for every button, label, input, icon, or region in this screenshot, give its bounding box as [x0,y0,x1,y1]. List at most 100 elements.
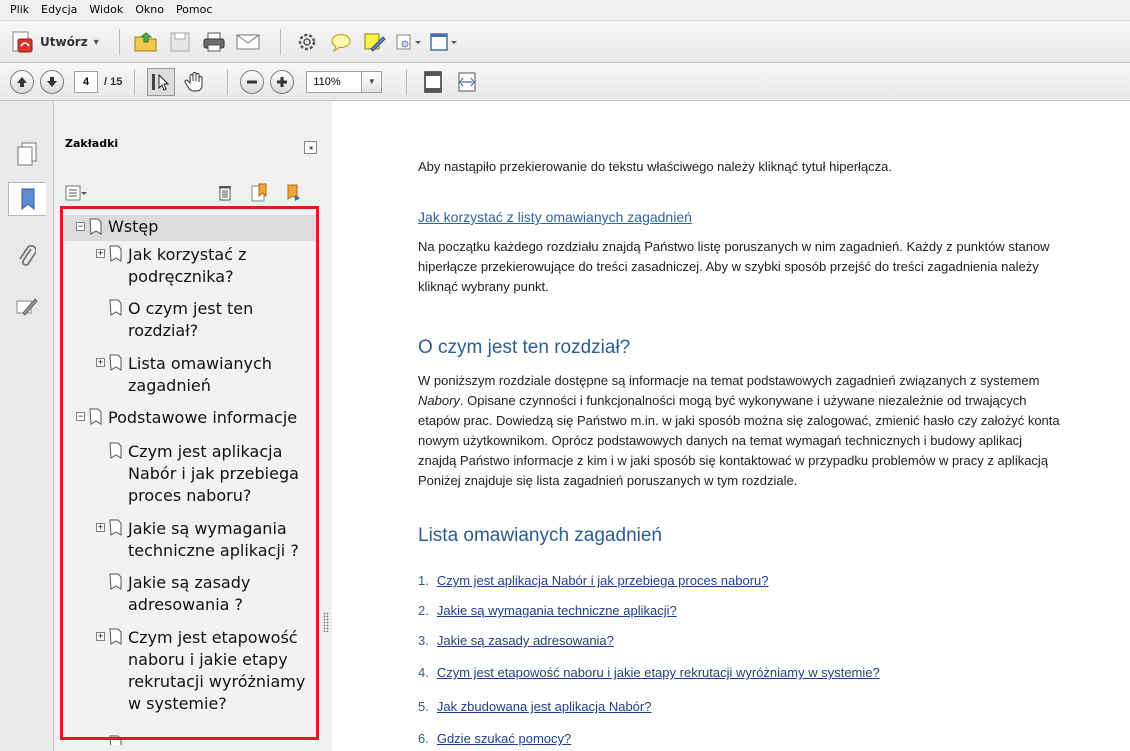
bookmark-icon [109,354,122,371]
expand-toggle[interactable]: + [96,523,105,532]
expand-toggle[interactable]: + [96,358,105,367]
navigation-toolbar: 4 / 15 110% ▼ [0,63,1130,101]
page-thumbnails-button[interactable] [12,137,42,171]
new-bookmark-icon [251,183,267,202]
list-link[interactable]: Jak zbudowana jest aplikacja Nabór? [437,699,652,714]
bookmark-label: Jakie są zasady [128,573,251,592]
panel-splitter[interactable] [320,101,332,751]
menu-widok[interactable]: Widok [83,0,129,20]
list-link[interactable]: Gdzie szukać pomocy? [437,731,571,746]
signature-pen-icon [16,298,38,316]
zoom-in-button[interactable] [270,69,295,94]
paragraph-line: kliknąć wybrany punkt. [418,279,549,294]
pages-icon [17,142,37,166]
menu-okno[interactable]: Okno [129,0,170,20]
expand-toggle[interactable]: + [96,249,105,258]
collapse-toggle[interactable]: − [76,222,85,231]
bookmark-icon [89,218,102,235]
collapse-panel-button[interactable]: ◂ [304,141,317,154]
collapse-toggle[interactable]: − [76,412,85,421]
bookmark-next-partial[interactable] [64,732,318,745]
bookmark-arrow-icon [287,184,300,201]
page-total: / 15 [104,75,123,88]
fit-width-button[interactable] [453,68,481,96]
signatures-button[interactable] [12,289,42,323]
page-number-input[interactable]: 4 [74,70,98,93]
subheading-link[interactable]: Jak korzystać z listy omawianych zagadni… [418,209,692,225]
fit-page-button[interactable] [419,68,447,96]
bookmark-czym-jest-aplikacja[interactable]: Czym jest aplikacja Nabór i jak przebieg… [64,439,318,511]
paragraph-line: hiperłącze przekierowujące do treści zas… [418,259,1039,274]
arrow-down-icon [47,76,57,87]
create-button[interactable]: Utwórz ▼ [10,28,101,56]
hand-tool-button[interactable] [181,68,209,96]
print-button[interactable] [200,28,228,56]
zoom-level-input[interactable]: 110% [306,70,363,93]
previous-page-button[interactable] [10,69,34,94]
bookmarks-tab-button[interactable] [8,182,46,216]
list-number: 2. [418,603,429,618]
bookmark-label: Czym jest aplikacja [128,442,283,461]
zoom-out-button[interactable] [240,69,265,94]
bookmark-etapowosc-naboru[interactable]: + Czym jest etapowość naboru i jakie eta… [64,625,318,721]
bookmark-label: adresowania ? [128,595,244,614]
paperclip-icon [19,245,36,266]
menu-edycja[interactable]: Edycja [35,0,83,20]
view-mode-button[interactable] [429,28,459,56]
splitter-grip[interactable] [323,612,329,632]
bookmark-podstawowe-informacje[interactable]: − Podstawowe informacje [64,405,318,433]
list-link[interactable]: Jakie są zasady adresowania? [437,633,614,648]
bookmark-label: Jak korzystać z [128,245,247,264]
zoom-dropdown-button[interactable]: ▼ [362,70,383,93]
minus-icon [247,80,258,83]
delete-bookmark-button[interactable] [217,183,237,203]
new-bookmark-button[interactable] [250,183,270,203]
open-button[interactable] [132,28,160,56]
list-link[interactable]: Jakie są wymagania techniczne aplikacji? [437,603,677,618]
window-icon [429,32,457,51]
bookmark-label: O czym jest ten [128,299,254,318]
bookmark-lista-omawianych[interactable]: + Lista omawianych zagadnień [64,351,318,401]
list-item: 6. Gdzie szukać pomocy? [418,731,571,746]
bookmark-zasady-adresowania[interactable]: Jakie są zasady adresowania ? [64,570,318,620]
paragraph-line: etapów prac. Dowiedzą się Państwo m.in. … [418,413,1060,428]
email-button[interactable] [234,28,262,56]
heading-o-czym: O czym jest ten rozdział? [418,337,631,358]
sign-button[interactable] [361,28,389,56]
arrow-up-icon [17,76,27,87]
next-page-button[interactable] [40,69,64,94]
paragraph-line-rest: . Opisane czynności i funkcjonalności mo… [459,393,1027,408]
select-tool-button[interactable] [147,67,176,96]
options-menu-button[interactable] [65,183,95,203]
list-link[interactable]: Czym jest aplikacja Nabór i jak przebieg… [437,573,769,588]
bookmark-icon [109,442,122,459]
expand-toggle[interactable]: + [96,632,105,641]
save-button[interactable] [166,28,194,56]
bookmark-label: Jakie są wymagania [128,519,287,538]
attachments-button[interactable] [12,239,42,273]
open-folder-icon [134,31,157,51]
bookmarks-panel: Zakładki ◂ − Wstęp + Jak korzystać z pod… [54,101,332,751]
menu-plik[interactable]: Plik [4,0,35,20]
settings-button[interactable] [293,28,321,56]
bookmark-o-czym-jest[interactable]: O czym jest ten rozdział? [64,296,318,346]
toolbar-separator [406,68,408,95]
bookmark-label: Czym jest etapowość [128,628,298,647]
bookmark-icon [109,573,122,590]
stamp-button[interactable] [395,28,423,56]
bookmark-jak-korzystac[interactable]: + Jak korzystać z podręcznika? [64,242,318,292]
menu-pomoc[interactable]: Pomoc [170,0,218,20]
chevron-down-icon: ▼ [91,36,101,47]
bookmark-wymagania-techniczne[interactable]: + Jakie są wymagania techniczne aplikacj… [64,516,318,566]
create-label: Utwórz [40,34,88,49]
chevron-left-icon: ◂ [308,143,313,152]
toolbar-separator [227,68,229,95]
menu-bar: Plik Edycja Widok Okno Pomoc [0,0,1130,21]
comment-button[interactable] [327,28,355,56]
bookmark-label: rekrutacji wyróżniamy [128,672,306,691]
list-item: 1. Czym jest aplikacja Nabór i jak przebi… [418,573,769,588]
bookmark-wstep[interactable]: − Wstęp [64,210,318,240]
list-link[interactable]: Czym jest etapowość naboru i jakie etapy… [437,665,880,680]
expand-bookmark-button[interactable] [285,183,305,203]
paragraph-line: Poniżej znajduje się lista zagadnień por… [418,473,798,488]
